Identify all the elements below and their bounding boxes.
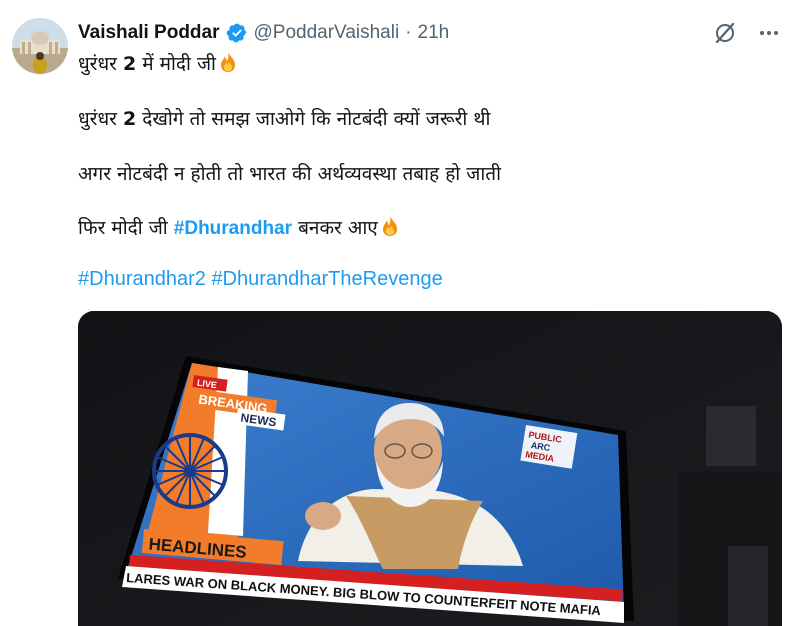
tv-photo: LIVE BREAKING NEWS PUBLIC ARC MEDIA HEAD…	[78, 311, 782, 626]
tweet-actions	[712, 20, 782, 46]
media-image[interactable]: LIVE BREAKING NEWS PUBLIC ARC MEDIA HEAD…	[78, 311, 782, 626]
tweet-card[interactable]: Vaishali Poddar @PoddarVaishali · 21h धु…	[0, 0, 800, 626]
tweet-line-4-post: बनकर आए	[292, 217, 378, 239]
hashtag-dhurandhar2-link[interactable]: #Dhurandhar2	[78, 268, 206, 290]
tweet-line-1-tail: में मोदी जी	[136, 53, 216, 75]
author-handle[interactable]: @PoddarVaishali	[254, 22, 400, 44]
tweet-header: Vaishali Poddar @PoddarVaishali · 21h	[78, 20, 449, 46]
tweet-line-4: फिर मोदी जी #Dhurandhar बनकर आए	[78, 214, 400, 240]
tweet-line-4-pre: फिर मोदी जी	[78, 217, 174, 239]
tweet-line-1: धुरंधर 2 में मोदी जी	[78, 50, 238, 76]
hashtags-line: #Dhurandhar2 #DhurandharTheRevenge	[78, 268, 443, 291]
fire-emoji-icon	[220, 52, 235, 72]
tweet-line-3: अगर नोटबंदी न होती तो भारत की अर्थव्यवस्…	[78, 163, 502, 185]
verified-badge-icon	[226, 23, 246, 43]
more-icon[interactable]	[756, 20, 782, 46]
hashtag-dhurandhar-the-revenge-link[interactable]: #DhurandharTheRevenge	[211, 268, 442, 290]
hashtag-dhurandhar-link[interactable]: #Dhurandhar	[174, 218, 292, 239]
author-name[interactable]: Vaishali Poddar	[78, 22, 220, 44]
header-separator: ·	[405, 22, 412, 43]
tweet-line-2-tail: देखोगे तो समझ जाओगे कि नोटबंदी क्यों जरू…	[136, 108, 491, 130]
tweet-line-2-text: धुरंधर	[78, 108, 123, 130]
tweet-line-2: धुरंधर 2 देखोगे तो समझ जाओगे कि नोटबंदी …	[78, 105, 490, 131]
fire-emoji-icon	[382, 216, 397, 236]
grok-slash-icon[interactable]	[712, 20, 738, 46]
tweet-line-2-number: 2	[122, 108, 137, 130]
avatar[interactable]	[12, 18, 68, 74]
tweet-line-1-text: धुरंधर	[78, 53, 123, 75]
tweet-line-1-number: 2	[122, 53, 137, 75]
post-time[interactable]: 21h	[418, 22, 450, 44]
